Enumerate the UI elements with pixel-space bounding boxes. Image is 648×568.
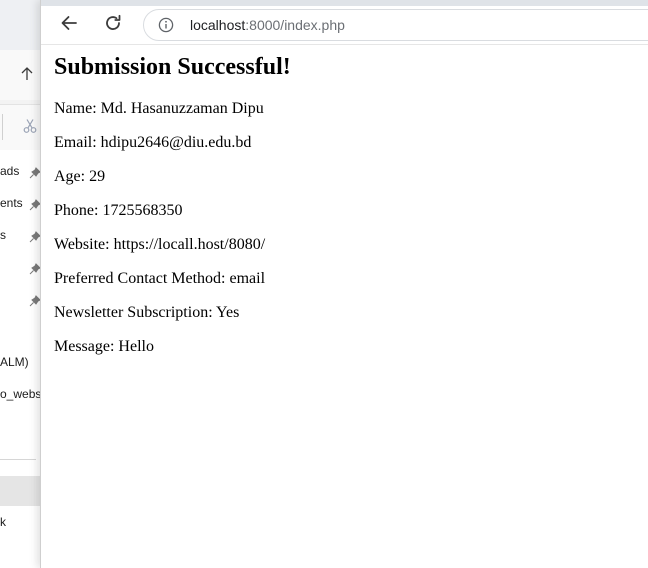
field-preferred-contact: Preferred Contact Method: email xyxy=(54,270,266,287)
page-title: Submission Successful! xyxy=(54,54,291,80)
cut-icon[interactable] xyxy=(22,118,38,134)
sidebar-item-drive[interactable]: ALM) xyxy=(0,355,29,369)
reload-button[interactable] xyxy=(98,11,128,39)
sidebar-divider xyxy=(0,459,36,460)
url-text[interactable]: localhost:8000/index.php xyxy=(190,17,345,34)
command-bar-separator xyxy=(2,114,3,140)
explorer-title-strip xyxy=(0,0,44,50)
field-newsletter: Newsletter Subscription: Yes xyxy=(54,304,240,321)
address-bar[interactable]: localhost:8000/index.php xyxy=(143,9,648,41)
site-info-icon[interactable] xyxy=(158,17,174,33)
sidebar-item-downloads[interactable]: ads xyxy=(0,164,19,178)
browser-window: localhost:8000/index.php Submission Succ… xyxy=(40,0,648,568)
file-explorer-window: ads ents s ALM) o_websi k xyxy=(0,0,44,568)
field-website: Website: https://locall.host/8080/ xyxy=(54,236,266,253)
reload-icon xyxy=(104,14,122,37)
sidebar-item-network[interactable]: k xyxy=(0,515,6,529)
sidebar-item-folder[interactable]: o_websi xyxy=(0,387,44,401)
sidebar-selected-row[interactable] xyxy=(0,476,44,506)
back-button[interactable] xyxy=(54,11,84,39)
field-age: Age: 29 xyxy=(54,168,106,185)
browser-toolbar: localhost:8000/index.php xyxy=(41,6,648,44)
field-phone: Phone: 1725568350 xyxy=(54,202,183,219)
field-email: Email: hdipu2646@diu.edu.bd xyxy=(54,134,252,151)
url-path: :8000/index.php xyxy=(245,17,345,33)
field-name: Name: Md. Hasanuzzaman Dipu xyxy=(54,100,264,117)
arrow-left-icon xyxy=(60,14,78,37)
field-message: Message: Hello xyxy=(54,338,154,355)
sidebar-item-pictures[interactable]: s xyxy=(0,228,6,242)
sidebar-item-documents[interactable]: ents xyxy=(0,196,23,210)
url-host: localhost xyxy=(190,17,246,33)
up-arrow-icon[interactable] xyxy=(19,66,35,82)
toolbar-divider xyxy=(41,44,648,45)
